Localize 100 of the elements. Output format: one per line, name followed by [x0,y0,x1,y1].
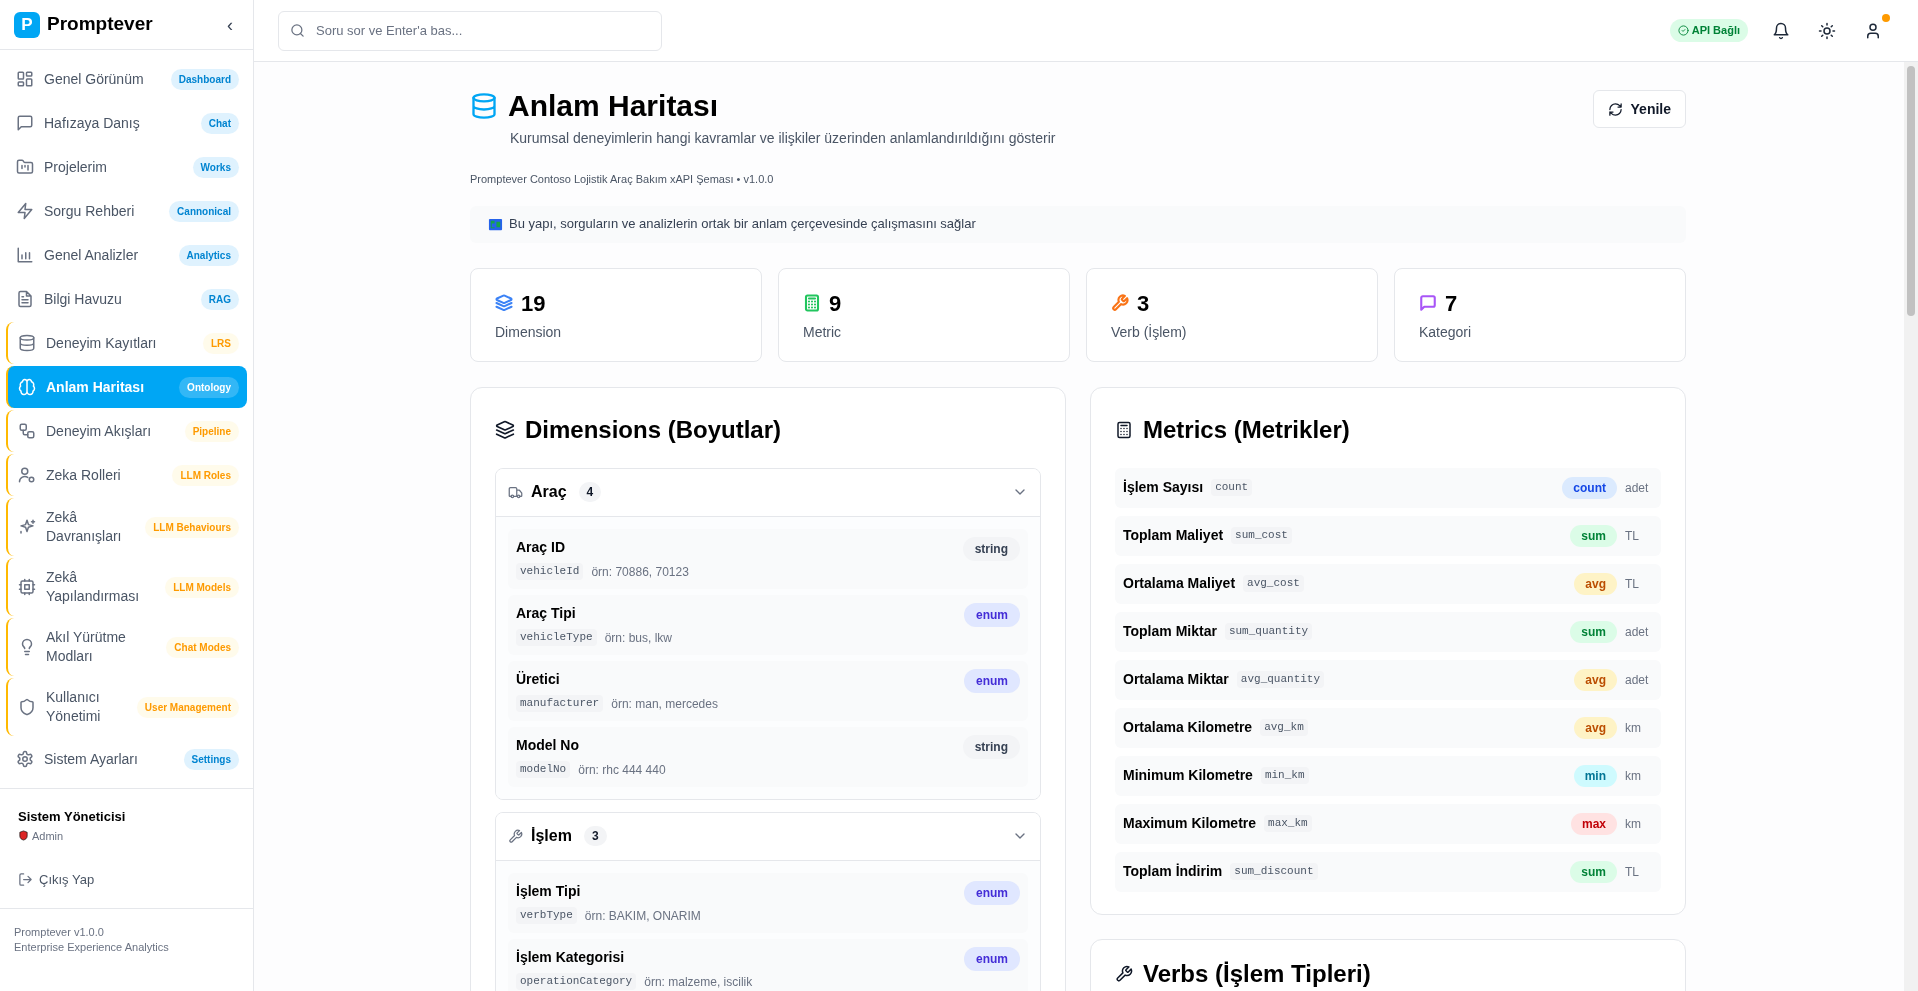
nav-label: Sistem Ayarları [44,749,138,769]
nav-item[interactable]: Projelerim Works [6,146,247,188]
folder-icon [16,158,34,176]
nav-label: Akıl Yürütme Modları [46,628,127,666]
type-tag: string [962,734,1020,759]
workflow-icon [18,422,36,440]
wrench-icon [1115,964,1133,983]
nav-tag: Analytics [178,244,239,266]
field-key: manufacturer [516,695,604,712]
nav-item[interactable]: Genel Analizler Analytics [6,234,247,276]
logo-mark: P [14,11,40,38]
metric-name: Maximum Kilometre [1123,814,1257,833]
schema-info: Promptever Contoso Lojistik Araç Bakım xAPI Şeması • v1.0.0 [470,172,775,187]
field-label: Üretici [516,669,561,689]
shield-icon [18,830,29,842]
type-tag: string [962,536,1020,561]
document-icon [16,290,34,308]
refresh-icon [1607,101,1623,117]
group-header[interactable]: Araç 4 [496,468,1040,517]
metric-name: Toplam Maliyet [1123,526,1224,545]
nav-tag: Cannonical [169,200,239,222]
nav-label: Bilgi Havuzu [44,289,122,309]
brand-name: Promptever [47,12,153,37]
metric-key: sum_discount [1230,863,1318,880]
chip-icon [18,578,36,596]
nav-tag: Works [192,156,239,178]
stat-label: Dimension [495,322,563,342]
nav-tag: LLM Behaviours [145,516,239,538]
stat-value: 19 [521,289,546,318]
nav-item[interactable]: Akıl Yürütme Modları Chat Modes [6,618,247,676]
metric-unit: km [1625,815,1642,833]
nav-label: Genel Görünüm [44,69,144,89]
type-tag: enum [964,880,1020,905]
version-info: Enterprise Experience Analytics [14,939,170,955]
version-info: Promptever v1.0.0 [14,924,105,940]
nav-tag: Pipeline [184,420,239,442]
brain-icon [18,378,36,396]
refresh-button[interactable]: Yenile [1592,90,1686,128]
stat-value: 7 [1445,289,1458,318]
field-example: örn: man, mercedes [611,695,718,713]
nav-label: Zekâ Yapılandırması [46,568,141,606]
metric-key: count [1211,479,1253,496]
nav-item[interactable]: Sorgu Rehberi Cannonical [6,190,247,232]
metric-key: min_km [1260,767,1309,784]
stat-value: 3 [1137,289,1150,318]
field-example: örn: malzeme, iscilik [644,973,753,991]
aggregation-tag: min [1573,764,1617,787]
metric-name: İşlem Sayısı [1123,478,1204,497]
search-icon [290,22,305,38]
logout-icon [18,872,33,888]
aggregation-tag: avg [1574,716,1617,739]
sun-icon [1818,21,1836,40]
metric-unit: TL [1625,863,1640,881]
type-tag: enum [964,946,1020,971]
metric-unit: adet [1625,479,1650,497]
field-key: operationCategory [516,973,637,990]
nav-label: Sorgu Rehberi [44,201,135,221]
collapse-sidebar-button[interactable]: ‹ [223,15,237,34]
logout-button[interactable]: Çıkış Yap [18,870,95,890]
user-role: Admin [32,828,64,844]
nav-label: Anlam Haritası [46,377,145,397]
chat-icon [16,114,34,132]
nav-label: Zekâ Davranışları [46,508,123,546]
sparkle-icon [18,518,36,536]
panel-title: Metrics (Metrikler) [1143,414,1350,445]
aggregation-tag: max [1570,812,1617,835]
panel-title: Verbs (İşlem Tipleri) [1143,958,1371,989]
nav-item[interactable]: Sistem Ayarları Settings [6,738,247,780]
nav-item[interactable]: Deneyim Akışları Pipeline [6,410,247,452]
aggregation-tag: sum [1570,860,1617,883]
shield-icon [18,698,36,716]
stat-value: 9 [829,289,842,318]
count-badge: 3 [583,826,607,846]
nav-item[interactable]: Zeka Rolleri LLM Roles [6,454,247,496]
nav-item[interactable]: Zekâ Davranışları LLM Behaviours [6,498,247,556]
metric-name: Ortalama Kilometre [1123,718,1253,737]
field-label: İşlem Kategorisi [516,947,626,967]
map-icon [488,216,503,232]
nav-tag: LLM Roles [172,464,239,486]
field-label: Araç ID [516,537,567,557]
nav-item[interactable]: Kullanıcı Yönetimi User Management [6,678,247,736]
nav-label: Hafızaya Danış [44,113,140,133]
nav-item[interactable]: Bilgi Havuzu RAG [6,278,247,320]
metric-name: Toplam İndirim [1123,862,1223,881]
nav-item[interactable]: Hafızaya Danış Chat [6,102,247,144]
stat-label: Verb (İşlem) [1111,322,1188,342]
group-header[interactable]: İşlem 3 [496,812,1040,861]
field-key: verbType [516,907,577,924]
nav-tag: LRS [203,332,239,354]
nav-item[interactable]: Zekâ Yapılandırması LLM Models [6,558,247,616]
aggregation-tag: sum [1570,620,1617,643]
metric-key: sum_quantity [1224,623,1313,640]
scrollbar-thumb[interactable] [1907,66,1915,316]
nav-item[interactable]: Genel Görünüm Dashboard [6,58,247,100]
dashboard-icon [16,70,34,88]
metric-key: sum_cost [1231,527,1292,544]
nav-item[interactable]: Deneyim Kayıtları LRS [6,322,247,364]
aggregation-tag: avg [1574,572,1617,595]
metric-key: avg_quantity [1236,671,1325,688]
search-field[interactable]: Soru sor ve Enter'a bas... [278,10,662,51]
